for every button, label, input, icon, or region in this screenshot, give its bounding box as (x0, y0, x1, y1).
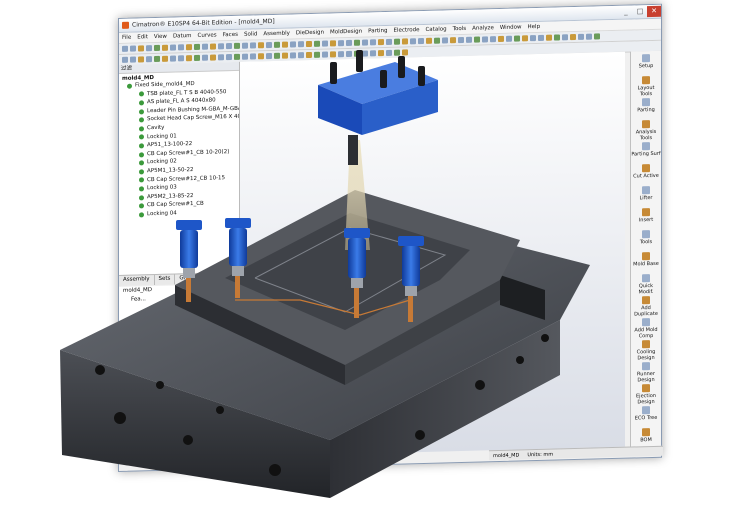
mold-hole (156, 381, 164, 389)
mold-hole (475, 380, 485, 390)
clamp-bolt (330, 62, 337, 84)
mold-hole (183, 435, 193, 445)
mold-hole (516, 356, 524, 364)
mold-hole (269, 464, 281, 476)
clamp-bolt (418, 66, 425, 86)
mold-3d-render (60, 50, 590, 498)
mold-hole (216, 406, 224, 414)
clamp-bolt (380, 70, 387, 88)
mold-hole (541, 334, 549, 342)
mold-hole (415, 430, 425, 440)
clamp-block-neck (348, 135, 358, 165)
mold-hole (114, 412, 126, 424)
mold-hole (95, 365, 105, 375)
clamp-bolt (356, 50, 363, 72)
clamp-bolt (398, 56, 405, 78)
